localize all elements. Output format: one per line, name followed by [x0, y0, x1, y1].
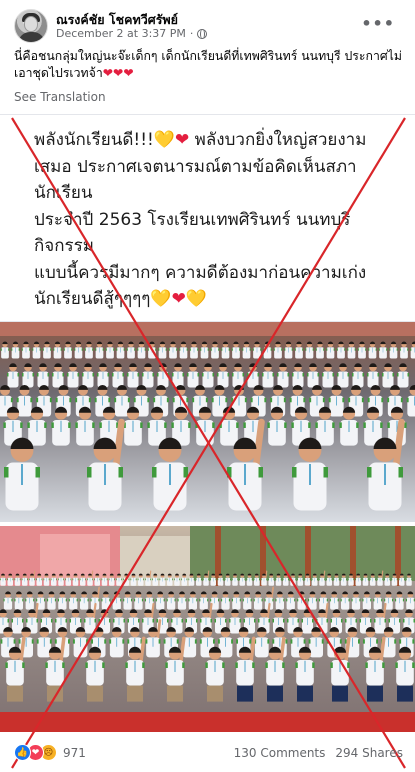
students-photo-2-graphic [0, 526, 415, 732]
post-header: ณรงค์ชัย โชคทวีศรัพย์ December 2 at 3:37… [0, 0, 415, 44]
more-options-icon[interactable]: ••• [361, 14, 395, 33]
post-footer: 👍 ❤ ☹ 971 130 Comments 294 Shares [0, 736, 415, 772]
shared-line-3: นักเรียน [34, 183, 93, 203]
shared-line-1: พลังนักเรียนดี!!!💛❤ พลังบวกยิ่งใหญ่สวยงา… [34, 130, 367, 150]
caption-hearts: ❤❤❤ [102, 66, 134, 80]
shares-count-link[interactable]: 294 Shares [335, 746, 403, 760]
author-avatar[interactable] [14, 9, 48, 43]
students-photo-1-graphic [0, 322, 415, 522]
students-photo-assembly[interactable] [0, 526, 415, 732]
reaction-count: 971 [63, 745, 86, 760]
post-caption: นี่คือชนกลุ่มใหญ่นะจ๊ะเด็กๆ เด็กนักเรียน… [14, 48, 404, 82]
yellow-heart-icon: 💛 [185, 289, 207, 309]
shared-line-6: แบบนี้ควรมีมากๆ ความดีต้องมาก่อนความเก่ง [34, 262, 367, 283]
shared-line-2: เสมอ ประกาศเจตนารมณ์ตามข้อคิดเห็นสภา [34, 156, 357, 177]
comments-count-link[interactable]: 130 Comments [234, 746, 326, 760]
post-stats: 130 Comments 294 Shares [234, 746, 403, 760]
shared-line-5: กิจกรรม [34, 236, 95, 256]
globe-icon [197, 28, 208, 39]
red-heart-icon: ❤ [175, 130, 190, 150]
shared-line-7: นักเรียนดีสู้ๆๆๆๆ💛❤💛 [34, 289, 207, 309]
red-heart-icon: ❤ [171, 289, 186, 309]
facebook-post: ณรงค์ชัย โชคทวีศรัพย์ December 2 at 3:37… [0, 0, 415, 772]
see-translation-link[interactable]: See Translation [14, 90, 106, 104]
yellow-heart-icon: 💛 [150, 289, 172, 309]
like-reaction-icon: 👍 [14, 744, 31, 761]
meta-separator: · [189, 27, 194, 40]
post-date[interactable]: December 2 at 3:37 PM [56, 27, 186, 40]
reactions-summary[interactable]: 👍 ❤ ☹ 971 [14, 744, 86, 761]
shared-image[interactable]: พลังนักเรียนดี!!!💛❤ พลังบวกยิ่งใหญ่สวยงา… [0, 114, 415, 732]
yellow-heart-icon: 💛 [153, 130, 176, 150]
students-photo-crowd[interactable] [0, 322, 415, 522]
shared-text-panel: พลังนักเรียนดี!!!💛❤ พลังบวกยิ่งใหญ่สวยงา… [0, 114, 415, 322]
caption-text: นี่คือชนกลุ่มใหญ่นะจ๊ะเด็กๆ เด็กนักเรียน… [14, 49, 402, 80]
shared-line-4: ประจำปี 2563 โรงเรียนเทพศิรินทร์ นนทบุรี [34, 209, 351, 230]
post-meta: December 2 at 3:37 PM · [56, 27, 208, 40]
